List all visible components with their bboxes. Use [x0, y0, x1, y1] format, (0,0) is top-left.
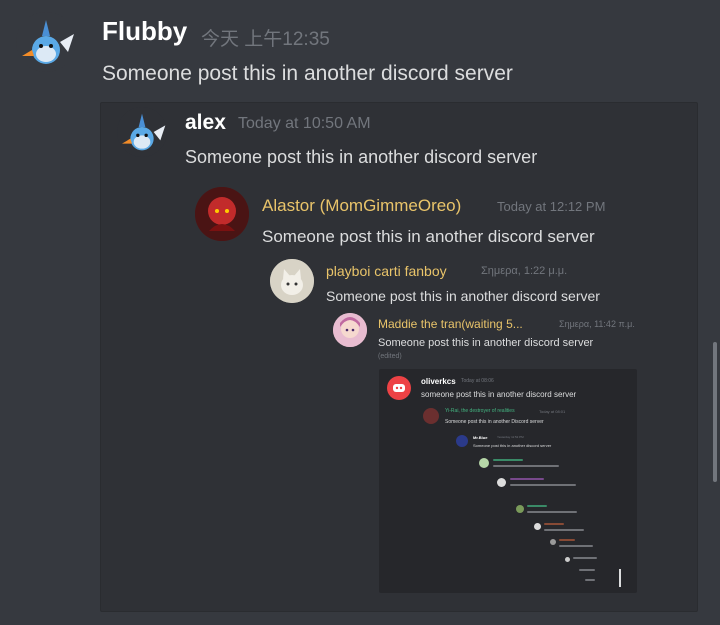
- alex-message-text: Someone post this in another discord ser…: [185, 147, 538, 167]
- mudkip-icon: [22, 20, 74, 64]
- nested-line: [559, 545, 593, 547]
- yirai-timestamp: Today at 08:01: [539, 409, 566, 414]
- mrblue-avatar: [456, 435, 468, 447]
- yirai-username: Yi-Rai, the destroyer of realities: [445, 408, 515, 414]
- oliverkcs-username: oliverkcs: [421, 377, 456, 386]
- mudkip-icon: [122, 113, 166, 151]
- nested-avatar-8: [479, 458, 489, 468]
- maddie-timestamp: Σημερα, 11:42 π.μ.: [559, 319, 635, 329]
- discord-logo-icon: [393, 384, 405, 392]
- mrblue-message-text: Someone post this in another discord ser…: [473, 443, 552, 448]
- nested-avatar-10: [516, 505, 524, 513]
- nested-line: [510, 484, 576, 486]
- nested-line: [544, 523, 564, 525]
- alex-avatar: [117, 107, 167, 157]
- nested-line: [527, 511, 577, 513]
- alex-timestamp: Today at 10:50 AM: [238, 115, 371, 132]
- nested-line: [573, 557, 597, 559]
- maddie-edited-label: (edited): [378, 353, 402, 360]
- embedded-screenshot[interactable]: alex Today at 10:50 AM Someone post this…: [100, 102, 698, 612]
- alastor-avatar: [195, 187, 249, 241]
- mrblue-timestamp: Yesterday 11:52 PM: [497, 435, 524, 439]
- maddie-username: Maddie the tran(waiting 5...: [378, 317, 523, 331]
- nested-line: [585, 579, 595, 581]
- nested-line: [544, 529, 584, 531]
- nested-avatar-11: [534, 523, 541, 530]
- playboi-avatar: [270, 259, 314, 303]
- yirai-avatar: [423, 408, 439, 424]
- alastor-avatar-icon: [195, 187, 249, 241]
- alastor-username: Alastor (MomGimmeOreo): [262, 196, 462, 215]
- nested-line: [559, 539, 575, 541]
- nested-line: [527, 505, 547, 507]
- nested-line: [493, 459, 523, 461]
- nested-cursor: [619, 569, 621, 587]
- alastor-timestamp: Today at 12:12 PM: [497, 199, 606, 214]
- outer-username[interactable]: Flubby: [102, 16, 187, 47]
- nested-avatar-12: [550, 539, 556, 545]
- maddie-message-text: Someone post this in another discord ser…: [378, 337, 594, 349]
- mrblue-username: Mr.Blue: [473, 435, 488, 440]
- scrollbar-thumb[interactable]: [713, 342, 717, 482]
- flubby-avatar[interactable]: [16, 12, 76, 72]
- cat-avatar-icon: [270, 259, 314, 303]
- anime-avatar-icon: [333, 313, 367, 347]
- yirai-message-text: Someone post this in another Discord ser…: [445, 419, 544, 425]
- maddie-avatar: [333, 313, 367, 347]
- oliverkcs-message-text: someone post this in another discord ser…: [421, 390, 577, 399]
- alex-username: alex: [185, 111, 226, 134]
- playboi-username: playboi carti fanboy: [326, 263, 447, 279]
- outer-message-text: Someone post this in another discord ser…: [102, 62, 513, 85]
- outer-timestamp: 今天 上午12:35: [201, 29, 330, 50]
- playboi-timestamp: Σημερα, 1:22 μ.μ.: [481, 265, 568, 277]
- playboi-message-text: Someone post this in another discord ser…: [326, 288, 600, 304]
- nested-avatar-9: [497, 478, 506, 487]
- oliverkcs-timestamp: Today at 08:06: [461, 378, 494, 384]
- nested-line: [510, 478, 544, 480]
- oliverkcs-avatar: [387, 376, 411, 400]
- nested-line: [493, 465, 559, 467]
- alastor-message-text: Someone post this in another discord ser…: [262, 227, 595, 246]
- nested-screenshot: oliverkcs Today at 08:06 someone post th…: [379, 369, 637, 593]
- nested-avatar-13: [565, 557, 570, 562]
- nested-line: [579, 569, 595, 571]
